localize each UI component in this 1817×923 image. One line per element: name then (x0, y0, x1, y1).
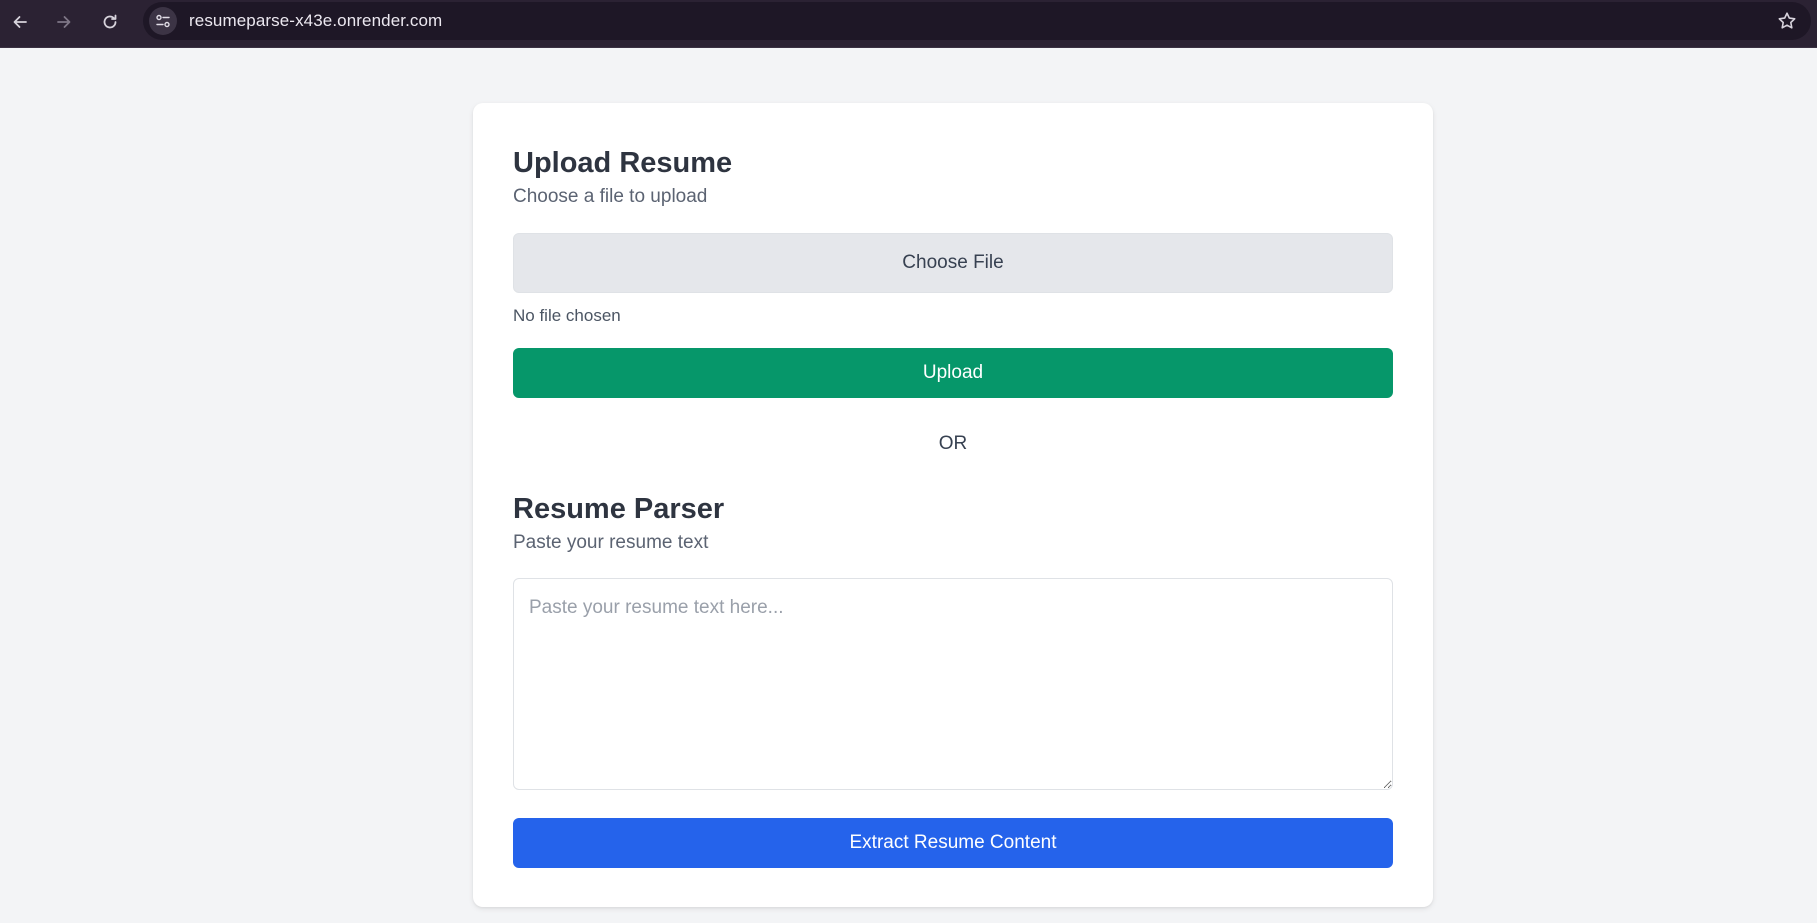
file-status-text: No file chosen (513, 306, 621, 325)
or-divider: OR (938, 433, 968, 454)
back-arrow-icon (13, 16, 27, 28)
upload-subtitle: Choose a file to upload (513, 186, 708, 207)
star-icon (1778, 12, 1796, 29)
choose-file-button[interactable]: Choose File (513, 233, 1393, 293)
bookmark-button[interactable] (1775, 9, 1799, 33)
forward-button[interactable] (48, 6, 80, 38)
address-bar[interactable]: resumeparse-x43e.onrender.com (143, 2, 1811, 40)
forward-arrow-icon (57, 16, 71, 28)
site-info-button[interactable] (149, 7, 177, 35)
back-button[interactable] (4, 6, 36, 38)
site-info-icon (156, 14, 170, 28)
upload-title: Upload Resume (513, 147, 733, 179)
resume-text-input[interactable] (513, 578, 1393, 790)
url-text[interactable]: resumeparse-x43e.onrender.com (189, 2, 442, 40)
parser-subtitle: Paste your resume text (513, 532, 709, 553)
browser-toolbar: resumeparse-x43e.onrender.com (0, 0, 1817, 48)
upload-button[interactable]: Upload (513, 348, 1393, 398)
reload-button[interactable] (94, 6, 126, 38)
reload-icon (103, 14, 117, 29)
parser-title: Resume Parser (513, 493, 725, 525)
resume-card: Upload Resume Choose a file to upload Ch… (473, 103, 1433, 907)
extract-button[interactable]: Extract Resume Content (513, 818, 1393, 868)
